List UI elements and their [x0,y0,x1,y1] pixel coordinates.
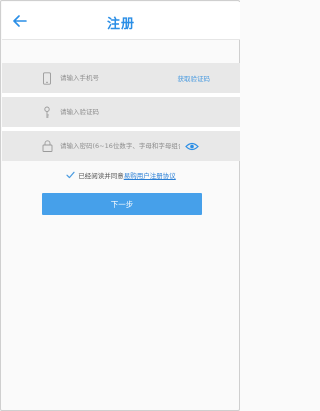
agreement-link[interactable]: 易购用户注册协议 [124,170,176,180]
phone-input[interactable] [60,63,178,93]
eye-icon [185,142,199,151]
phone-field-row: 获取验证码 [2,63,240,93]
code-field-row [2,97,240,127]
page-title: 注册 [106,17,135,32]
header-bar: 注册 [2,2,240,40]
password-input[interactable] [60,131,180,161]
phone-icon [40,71,54,85]
lock-icon [40,139,54,153]
key-icon [40,105,54,119]
password-field-row [2,131,240,161]
agree-checkbox[interactable] [66,171,75,180]
code-input[interactable] [60,97,240,127]
next-button[interactable]: 下一步 [42,193,202,215]
get-code-button[interactable]: 获取验证码 [178,73,211,83]
app-frame: 注册 获取验证码 [0,0,240,411]
agreement-row: 已经阅读并同意 易购用户注册协议 [1,170,241,180]
agreement-text: 已经阅读并同意 [78,172,124,180]
toggle-password-visibility[interactable] [184,140,200,152]
